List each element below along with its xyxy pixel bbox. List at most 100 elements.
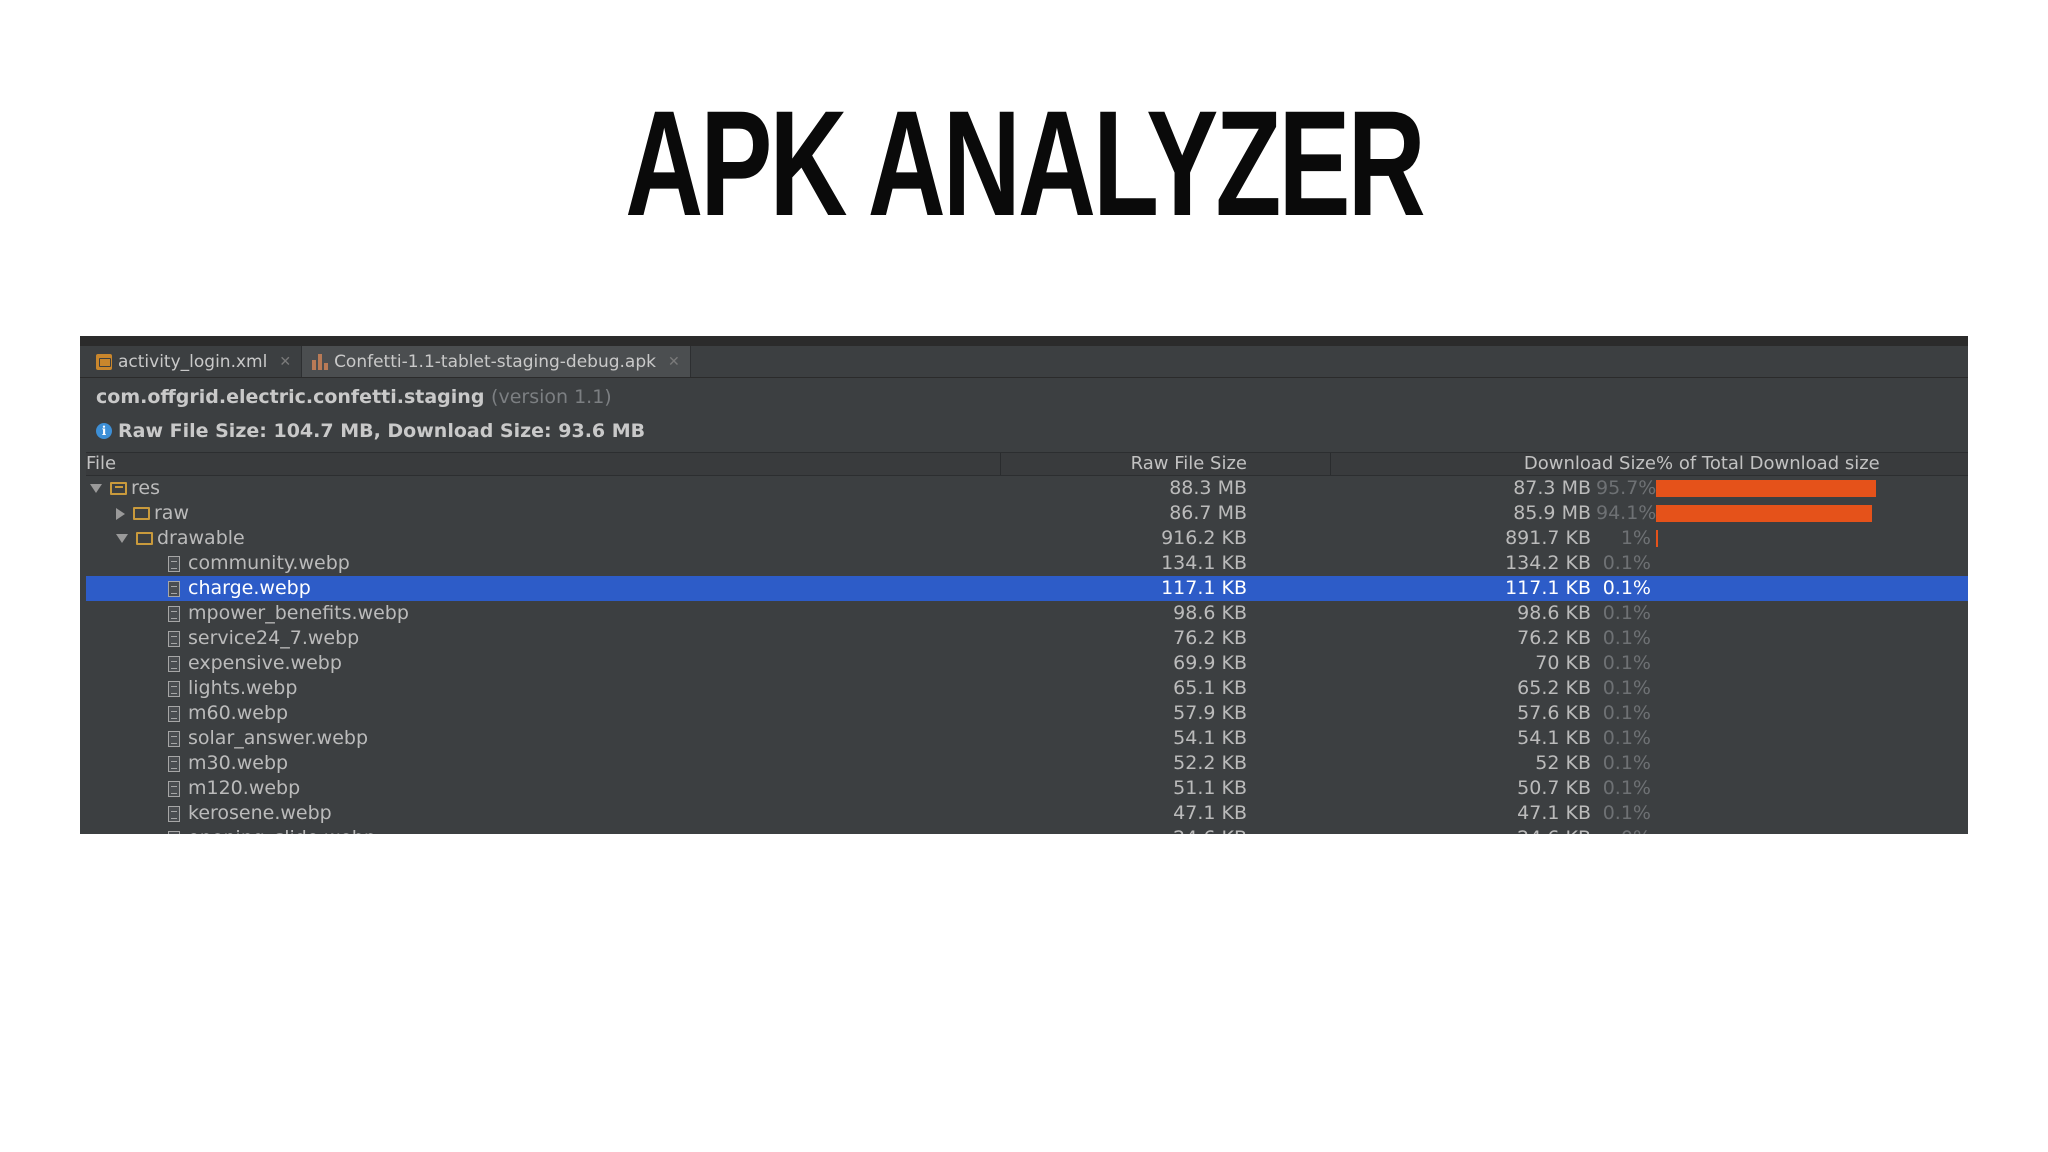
table-row[interactable]: opening_slide.webp 24.6 KB 24.6 KB 0% bbox=[86, 826, 1968, 834]
expand-right-icon[interactable] bbox=[116, 507, 125, 520]
download-size-cell: 98.6 KB bbox=[1517, 602, 1591, 624]
raw-size-cell: 916.2 KB bbox=[1161, 527, 1247, 549]
file-name: charge.webp bbox=[188, 577, 311, 599]
raw-size-cell: 47.1 KB bbox=[1173, 802, 1247, 824]
table-row[interactable]: raw 86.7 MB 85.9 MB 94.1% bbox=[86, 501, 1968, 526]
raw-size-cell: 88.3 MB bbox=[1169, 477, 1247, 499]
breadcrumb-strip bbox=[80, 336, 1968, 346]
file-icon bbox=[168, 805, 180, 822]
raw-size-cell: 54.1 KB bbox=[1173, 727, 1247, 749]
file-name: opening_slide.webp bbox=[188, 826, 376, 834]
expand-down-icon[interactable] bbox=[116, 534, 128, 543]
file-name-cell: raw bbox=[86, 501, 189, 526]
file-icon bbox=[168, 555, 180, 572]
download-size-cell: 85.9 MB bbox=[1513, 502, 1591, 524]
table-row[interactable]: m30.webp 52.2 KB 52 KB 0.1% bbox=[86, 751, 1968, 776]
table-row[interactable]: solar_answer.webp 54.1 KB 54.1 KB 0.1% bbox=[86, 726, 1968, 751]
table-row[interactable]: kerosene.webp 47.1 KB 47.1 KB 0.1% bbox=[86, 801, 1968, 826]
file-icon bbox=[168, 730, 180, 747]
file-name-cell: kerosene.webp bbox=[86, 801, 332, 826]
file-name: service24_7.webp bbox=[188, 627, 360, 649]
file-name: community.webp bbox=[188, 552, 350, 574]
apk-analyzer-icon bbox=[312, 353, 329, 370]
editor-tab-bar: activity_login.xml ✕ Confetti-1.1-tablet… bbox=[80, 346, 1968, 378]
column-header-percent[interactable]: % of Total Download size bbox=[1656, 453, 1880, 475]
package-name: com.offgrid.electric.confetti.staging bbox=[96, 386, 485, 408]
file-name: expensive.webp bbox=[188, 652, 342, 674]
percent-cell: 0.1% bbox=[1602, 652, 1651, 674]
raw-size-cell: 52.2 KB bbox=[1173, 752, 1247, 774]
file-name: res bbox=[131, 477, 160, 499]
file-name-cell: drawable bbox=[86, 526, 245, 551]
table-row[interactable]: charge.webp 117.1 KB 117.1 KB 0.1% bbox=[86, 576, 1968, 601]
download-size-cell: 117.1 KB bbox=[1505, 577, 1591, 599]
folder-icon bbox=[110, 482, 127, 495]
close-icon[interactable]: ✕ bbox=[279, 354, 291, 370]
download-size-cell: 134.2 KB bbox=[1505, 552, 1591, 574]
percent-cell: 0.1% bbox=[1602, 752, 1651, 774]
file-name-cell: service24_7.webp bbox=[86, 626, 359, 651]
table-header: File Raw File Size Download Size % of To… bbox=[86, 452, 1968, 476]
percent-cell: 0.1% bbox=[1602, 627, 1651, 649]
column-header-raw-size[interactable]: Raw File Size bbox=[1001, 453, 1247, 475]
raw-size-cell: 69.9 KB bbox=[1173, 652, 1247, 674]
download-share-bar bbox=[1656, 480, 1876, 497]
download-size-cell: 52 KB bbox=[1535, 752, 1591, 774]
file-name: drawable bbox=[157, 527, 245, 549]
column-header-file[interactable]: File bbox=[86, 453, 116, 475]
file-name-cell: charge.webp bbox=[86, 576, 311, 601]
package-name-line: com.offgrid.electric.confetti.staging (v… bbox=[96, 386, 612, 408]
file-icon bbox=[168, 830, 180, 834]
raw-size-cell: 134.1 KB bbox=[1161, 552, 1247, 574]
tab-activity-login[interactable]: activity_login.xml ✕ bbox=[86, 346, 303, 377]
table-row[interactable]: m120.webp 51.1 KB 50.7 KB 0.1% bbox=[86, 776, 1968, 801]
info-icon: i bbox=[96, 423, 112, 439]
raw-size-cell: 65.1 KB bbox=[1173, 677, 1247, 699]
expand-down-icon[interactable] bbox=[90, 484, 102, 493]
file-name-cell: solar_answer.webp bbox=[86, 726, 368, 751]
download-size-cell: 50.7 KB bbox=[1517, 777, 1591, 799]
percent-cell: 0.1% bbox=[1602, 552, 1651, 574]
download-size-cell: 54.1 KB bbox=[1517, 727, 1591, 749]
percent-cell: 1% bbox=[1620, 527, 1651, 549]
raw-size-cell: 51.1 KB bbox=[1173, 777, 1247, 799]
file-tree-table: res 88.3 MB 87.3 MB 95.7% raw 86.7 MB 85.9 MB 9… bbox=[86, 476, 1968, 834]
download-share-bar-fill bbox=[1656, 480, 1876, 497]
download-size-cell: 70 KB bbox=[1535, 652, 1591, 674]
percent-cell: 95.7% bbox=[1596, 477, 1657, 499]
file-icon bbox=[168, 580, 180, 597]
table-row[interactable]: drawable 916.2 KB 891.7 KB 1% bbox=[86, 526, 1968, 551]
file-name-cell: opening_slide.webp bbox=[86, 826, 376, 834]
download-share-bar-fill bbox=[1656, 505, 1872, 522]
percent-cell: 0.1% bbox=[1602, 802, 1651, 824]
table-row[interactable]: community.webp 134.1 KB 134.2 KB 0.1% bbox=[86, 551, 1968, 576]
file-icon bbox=[168, 680, 180, 697]
raw-size-cell: 24.6 KB bbox=[1001, 826, 1247, 834]
raw-size-cell: 57.9 KB bbox=[1173, 702, 1247, 724]
column-header-download-size[interactable]: Download Size bbox=[1331, 453, 1656, 475]
download-share-bar-fill bbox=[1656, 530, 1658, 547]
tab-confetti-apk[interactable]: Confetti-1.1-tablet-staging-debug.apk ✕ bbox=[302, 346, 691, 377]
download-size-cell: 87.3 MB bbox=[1513, 477, 1591, 499]
file-name: mpower_benefits.webp bbox=[188, 602, 409, 624]
download-size-cell: 47.1 KB bbox=[1517, 802, 1591, 824]
download-size-cell: 65.2 KB bbox=[1517, 677, 1591, 699]
folder-icon bbox=[133, 507, 150, 520]
size-summary-text: Raw File Size: 104.7 MB, Download Size: … bbox=[118, 420, 646, 442]
table-row[interactable]: res 88.3 MB 87.3 MB 95.7% bbox=[86, 476, 1968, 501]
table-row[interactable]: lights.webp 65.1 KB 65.2 KB 0.1% bbox=[86, 676, 1968, 701]
raw-size-cell: 76.2 KB bbox=[1173, 627, 1247, 649]
download-size-cell: 891.7 KB bbox=[1505, 527, 1591, 549]
close-icon[interactable]: ✕ bbox=[668, 354, 680, 370]
percent-cell: 0.1% bbox=[1602, 602, 1651, 624]
download-share-bar bbox=[1656, 505, 1872, 522]
percent-cell: 0.1% bbox=[1602, 677, 1651, 699]
file-icon bbox=[168, 705, 180, 722]
table-row[interactable]: service24_7.webp 76.2 KB 76.2 KB 0.1% bbox=[86, 626, 1968, 651]
table-row[interactable]: mpower_benefits.webp 98.6 KB 98.6 KB 0.1% bbox=[86, 601, 1968, 626]
download-size-cell: 76.2 KB bbox=[1517, 627, 1591, 649]
table-row[interactable]: m60.webp 57.9 KB 57.6 KB 0.1% bbox=[86, 701, 1968, 726]
file-name: lights.webp bbox=[188, 677, 298, 699]
file-icon bbox=[168, 630, 180, 647]
table-row[interactable]: expensive.webp 69.9 KB 70 KB 0.1% bbox=[86, 651, 1968, 676]
